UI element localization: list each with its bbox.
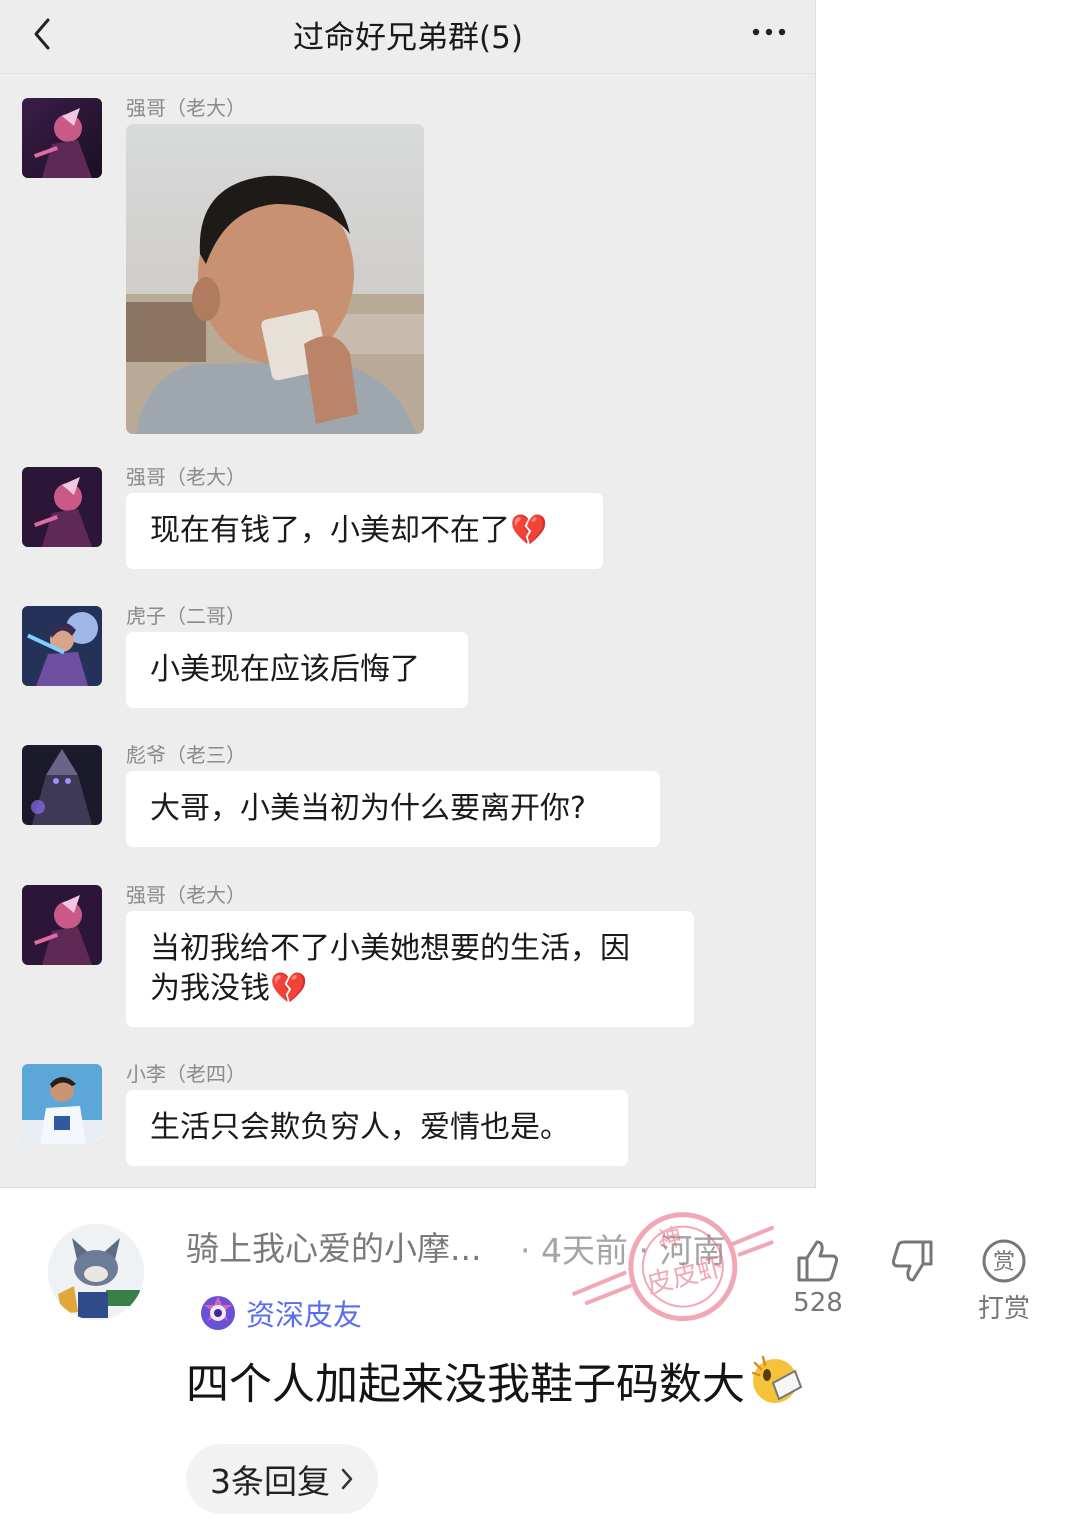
sender-name: 强哥（老大） <box>126 96 246 120</box>
sender-name: 强哥（老大） <box>126 465 246 489</box>
thumbs-up-icon <box>797 1240 839 1282</box>
sender-name: 小李（老四） <box>126 1062 246 1086</box>
badge-label: 资深皮友 <box>246 1298 363 1332</box>
more-icon[interactable] <box>750 20 788 44</box>
thumbs-down-icon <box>891 1240 933 1282</box>
avatar-qiangge[interactable] <box>22 885 102 965</box>
commenter-avatar[interactable] <box>48 1224 144 1320</box>
avatar-biaoye[interactable] <box>22 745 102 825</box>
badge-medal-icon <box>201 1296 235 1330</box>
reward-button[interactable]: 赏 打赏 <box>964 1238 1044 1325</box>
like-count: 528 <box>793 1288 843 1318</box>
dislike-button[interactable] <box>872 1238 952 1284</box>
sender-name: 彪爷（老三） <box>126 743 246 767</box>
message-bubble: 大哥，小美当初为什么要离开你? <box>126 771 660 847</box>
message-line: 当初我给不了小美她想要的生活，因 <box>150 931 630 966</box>
comment-meta: · 4天前 · 河南 <box>520 1231 726 1270</box>
shoe-emoji-icon <box>751 1355 803 1403</box>
chevron-right-icon <box>341 1468 353 1490</box>
avatar-xiaoli[interactable] <box>22 1064 102 1144</box>
avatar-qiangge[interactable] <box>22 98 102 178</box>
view-replies-button[interactable]: 3条回复 <box>186 1444 378 1514</box>
message-bubble: 现在有钱了，小美却不在了💔 <box>126 493 603 569</box>
sender-name: 虎子（二哥） <box>126 604 246 628</box>
chat-screenshot: 过命好兄弟群(5) 强哥（老大） 强哥（老大） 现在有钱了，小美却不在了💔 虎子… <box>0 0 816 1188</box>
comment-text-row: 四个人加起来没我鞋子码数大 <box>186 1350 805 1412</box>
chat-title: 过命好兄弟群(5) <box>293 20 523 56</box>
message-bubble: 小美现在应该后悔了 <box>126 632 468 708</box>
avatar-huzi[interactable] <box>22 606 102 686</box>
user-badge: 资深皮友 <box>198 1292 362 1334</box>
chat-header: 过命好兄弟群(5) <box>0 0 815 74</box>
replies-label: 3条回复 <box>210 1462 330 1501</box>
like-button[interactable]: 528 <box>778 1238 858 1318</box>
avatar-qiangge[interactable] <box>22 467 102 547</box>
chat-photo[interactable] <box>126 124 424 434</box>
comment-text: 四个人加起来没我鞋子码数大 <box>186 1360 745 1410</box>
message-line: 为我没钱💔 <box>150 971 308 1006</box>
reward-icon-char: 赏 <box>993 1250 1015 1275</box>
reward-icon: 赏 <box>982 1239 1026 1283</box>
sender-name: 强哥（老大） <box>126 883 246 907</box>
message-bubble: 当初我给不了小美她想要的生活，因 为我没钱💔 <box>126 911 694 1027</box>
message-bubble: 生活只会欺负穷人，爱情也是。 <box>126 1090 628 1166</box>
commenter-username[interactable]: 骑上我心爱的小摩... <box>186 1222 481 1270</box>
reward-label: 打赏 <box>977 1294 1030 1324</box>
